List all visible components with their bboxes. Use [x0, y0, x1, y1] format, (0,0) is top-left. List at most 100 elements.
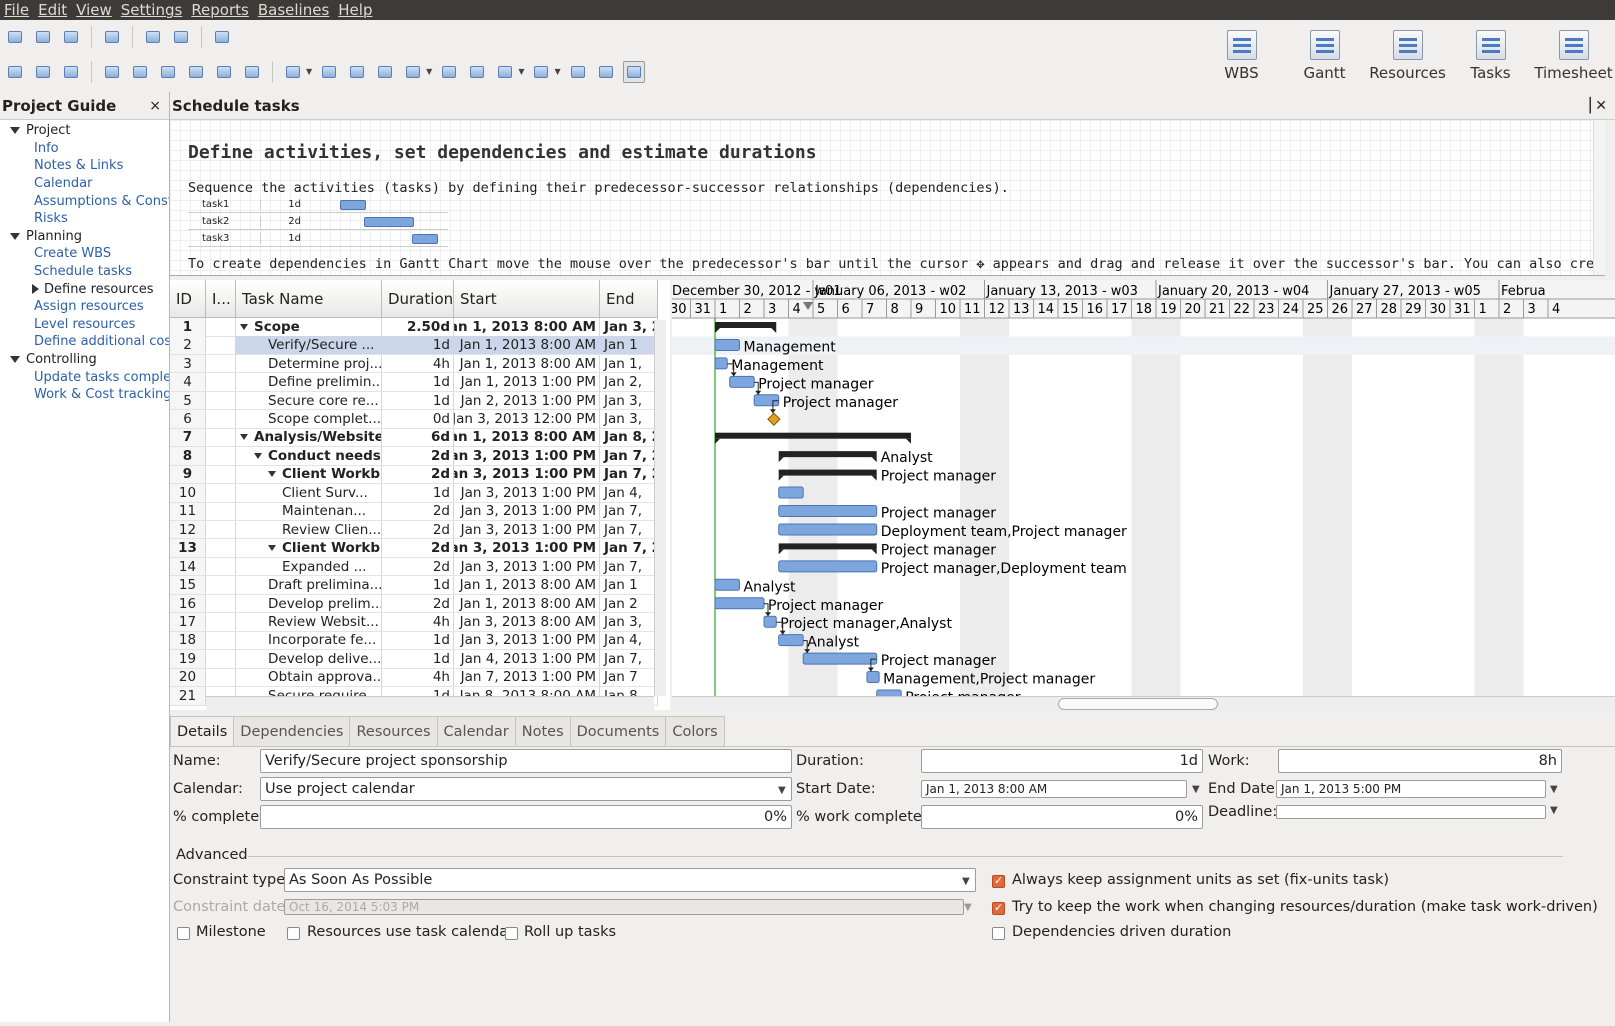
table-row[interactable]: 17 Review Websit... 4h Jan 3, 2013 8:00 AM J…	[170, 613, 658, 632]
row-start[interactable]: Jan 3, 2013 1:00 PM	[454, 484, 600, 502]
table-row[interactable]: 7 Analysis/Website ...6dJan 1, 2013 8:00 …	[170, 428, 658, 448]
milestone-checkbox[interactable]	[177, 927, 190, 940]
duration-field[interactable]: 1d	[921, 749, 1203, 773]
chevron-down-icon[interactable]: ▼	[1550, 784, 1558, 795]
level-icon[interactable]	[374, 61, 396, 83]
collapse-icon[interactable]	[241, 61, 263, 83]
table-row[interactable]: 12 Review Clien... 2d Jan 3, 2013 1:00 PM Ja…	[170, 520, 658, 540]
end-date-field[interactable]: Jan 1, 2013 5:00 PM	[1276, 780, 1546, 798]
table-row[interactable]: 19 Develop delive... 1d Jan 4, 2013 1:00 PM…	[170, 650, 658, 669]
guide-item-create-wbs[interactable]: Create WBS	[0, 245, 169, 263]
guide-item-info[interactable]: Info	[0, 140, 169, 158]
row-duration[interactable]: 2d	[382, 502, 454, 520]
table-row[interactable]: 1 Scope 2.50d Jan 1, 2013 8:00 AM Jan 3, 2	[170, 318, 658, 337]
calendar-select[interactable]: Use project calendar	[260, 777, 792, 801]
column-header-start[interactable]: Start	[454, 280, 600, 318]
chevron-down-icon[interactable]: ▼	[778, 785, 786, 796]
zoom-out-icon[interactable]	[530, 61, 552, 83]
column-header-task-name[interactable]: Task Name	[236, 280, 382, 318]
table-row[interactable]: 20 Obtain approva... 4h Jan 7, 2013 1:00 PM…	[170, 668, 658, 688]
guide-item-assumptions-constraints[interactable]: Assumptions & Constraints	[0, 192, 169, 210]
table-row[interactable]: 3 Determine proj... 4h Jan 1, 2013 8:00 AM J…	[170, 354, 658, 374]
move-down-icon[interactable]	[185, 61, 207, 83]
guide-item-assign-resources[interactable]: Assign resources	[0, 298, 169, 316]
expand-triangle-icon[interactable]	[10, 356, 20, 364]
row-start[interactable]: Jan 3, 2013 1:00 PM	[454, 465, 600, 484]
row-duration[interactable]: 1d	[382, 631, 454, 650]
row-duration[interactable]: 2d	[382, 520, 454, 539]
row-task-name[interactable]: Analysis/Website ...	[236, 428, 382, 447]
outdent-icon[interactable]	[129, 61, 151, 83]
row-start[interactable]: Jan 1, 2013 8:00 AM	[454, 428, 600, 447]
row-start[interactable]: Jan 3, 2013 1:00 PM	[454, 520, 600, 539]
expand-triangle-icon[interactable]	[240, 434, 248, 441]
row-end[interactable]: Jan 7,	[600, 502, 658, 520]
row-task-name[interactable]: Scope	[236, 318, 382, 336]
row-task-name[interactable]: Develop delive...	[236, 650, 382, 668]
row-end[interactable]: Jan 3,	[600, 391, 658, 410]
row-start[interactable]: Jan 7, 2013 1:00 PM	[454, 668, 600, 687]
menu-baselines[interactable]: Baselines	[258, 1, 329, 19]
row-end[interactable]: Jan 3, 2	[600, 318, 658, 336]
fix-units-checkbox[interactable]	[992, 874, 1005, 888]
menu-file[interactable]: File	[4, 1, 29, 19]
new-icon[interactable]	[4, 26, 26, 48]
row-start[interactable]: Jan 1, 2013 1:00 PM	[454, 373, 600, 391]
table-row[interactable]: 5 Secure core re... 1d Jan 2, 2013 1:00 PM J…	[170, 391, 658, 411]
view-tab-timesheet[interactable]: Timesheet	[1532, 26, 1615, 84]
table-row[interactable]: 9 Client Workb...2dJan 3, 2013 1:00 PMJan…	[170, 465, 658, 485]
row-end[interactable]: Jan 7, 2	[600, 539, 658, 557]
expand-triangle-icon[interactable]	[268, 545, 276, 552]
expand-triangle-icon[interactable]	[268, 471, 276, 478]
row-duration[interactable]: 4h	[382, 613, 454, 631]
row-start[interactable]: Jan 3, 2013 8:00 AM	[454, 613, 600, 631]
print-icon[interactable]	[101, 26, 123, 48]
row-duration[interactable]: 1d	[382, 391, 454, 410]
collapse-triangle-icon[interactable]	[32, 284, 39, 295]
indent-icon[interactable]	[101, 61, 123, 83]
guide-item-calendar[interactable]: Calendar	[0, 175, 169, 193]
chevron-down-icon[interactable]: ▼	[1550, 805, 1558, 816]
row-end[interactable]: Jan 7,	[600, 557, 658, 576]
row-end[interactable]: Jan 7	[600, 668, 658, 687]
work-driven-checkbox[interactable]	[992, 901, 1005, 915]
table-row[interactable]: 6 Scope complet... 0d Jan 3, 2013 12:00 PM J…	[170, 410, 658, 429]
percent-complete-field[interactable]: 0%	[260, 805, 792, 829]
deadline-field[interactable]	[1276, 805, 1546, 819]
row-end[interactable]: Jan 1	[600, 336, 658, 354]
link-icon[interactable]	[60, 61, 82, 83]
move-up-icon[interactable]	[157, 61, 179, 83]
column-header-indicators[interactable]: I...	[206, 280, 236, 318]
row-duration[interactable]: 1d	[382, 373, 454, 391]
gantt-scroll-thumb[interactable]	[1058, 698, 1218, 710]
percent-work-complete-field[interactable]: 0%	[921, 805, 1203, 829]
row-end[interactable]: Jan 2	[600, 594, 658, 613]
row-duration[interactable]: 2d	[382, 594, 454, 613]
row-start[interactable]: Jan 3, 2013 1:00 PM	[454, 539, 600, 557]
row-start[interactable]: Jan 3, 2013 1:00 PM	[454, 447, 600, 465]
redo-icon[interactable]	[170, 26, 192, 48]
row-start[interactable]: Jan 4, 2013 1:00 PM	[454, 650, 600, 668]
table-row[interactable]: 14 Expanded ... 2d Jan 3, 2013 1:00 PM Jan 7…	[170, 557, 658, 577]
grid-vertical-scrollbar[interactable]	[654, 320, 666, 696]
menu-view[interactable]: View	[76, 1, 112, 19]
row-start[interactable]: Jan 3, 2013 1:00 PM	[454, 557, 600, 576]
row-duration[interactable]: 2d	[382, 447, 454, 465]
scroll-to-task-icon[interactable]	[466, 61, 488, 83]
expand-icon[interactable]	[213, 61, 235, 83]
start-date-field[interactable]: Jan 1, 2013 8:00 AM	[921, 780, 1187, 798]
tab-dependencies[interactable]: Dependencies	[233, 716, 351, 746]
column-header-duration[interactable]: Duration	[382, 280, 454, 318]
critical-path-icon[interactable]	[438, 61, 460, 83]
dependencies-driven-checkbox[interactable]	[992, 927, 1005, 940]
chevron-down-icon[interactable]: ▼	[554, 67, 560, 76]
row-duration[interactable]: 1d	[382, 576, 454, 594]
menu-reports[interactable]: Reports	[191, 1, 249, 19]
work-field[interactable]: 8h	[1278, 749, 1562, 773]
tab-colors[interactable]: Colors	[665, 716, 725, 746]
table-row[interactable]: 8 Conduct needs...2dJan 3, 2013 1:00 PMJa…	[170, 447, 658, 466]
row-task-name[interactable]: Define prelimin...	[236, 373, 382, 391]
row-end[interactable]: Jan 7, 2	[600, 447, 658, 465]
chevron-down-icon[interactable]: ▼	[962, 876, 970, 887]
grid-horizontal-scrollbar[interactable]	[206, 696, 654, 712]
